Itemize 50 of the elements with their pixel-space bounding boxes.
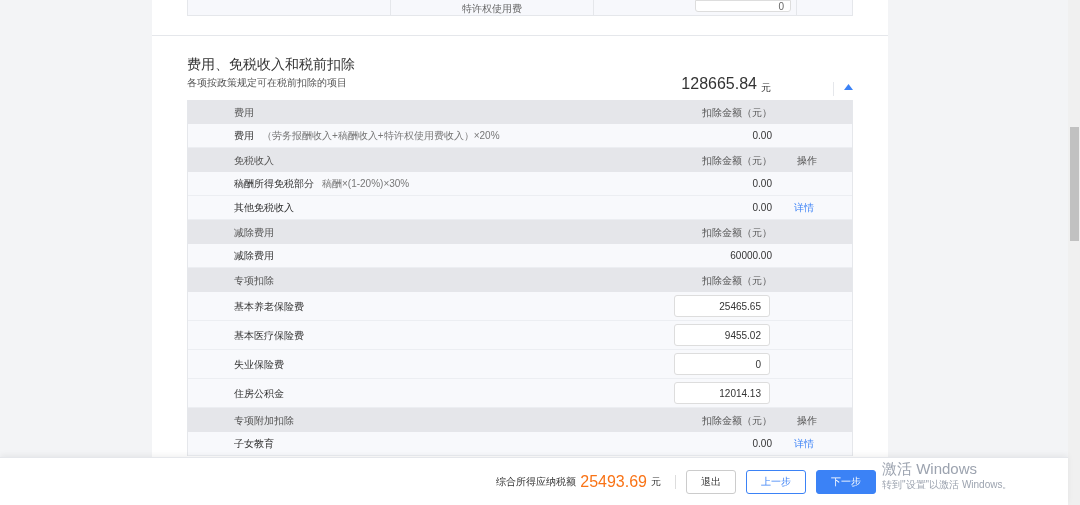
total-unit: 元 [761, 81, 771, 95]
formula-note: 稿酬×(1-20%)×30% [322, 177, 410, 191]
amount-value: 0.00 [751, 437, 772, 451]
exit-button[interactable]: 退出 [686, 469, 736, 494]
group-header: 费用 [234, 105, 254, 120]
collapse-caret-icon[interactable] [844, 84, 853, 90]
row-label: 基本养老保险费 [234, 299, 304, 314]
amount-input[interactable]: 9455.02 [674, 324, 770, 346]
amount-input[interactable]: 0 [674, 353, 770, 375]
row-label: 住房公积金 [234, 386, 284, 401]
details-link[interactable]: 详情 [794, 436, 814, 451]
amount-value: 0.00 [751, 129, 772, 143]
column-header: 扣除金额（元） [701, 273, 772, 288]
amount-value: 0.00 [751, 177, 772, 191]
row-label: 稿酬所得免税部分 [234, 177, 314, 191]
details-link[interactable]: 详情 [794, 200, 814, 215]
column-header: 操作 [797, 153, 817, 168]
section-title: 费用、免税收入和税前扣除 [187, 55, 356, 74]
tax-due-unit: 元 [651, 475, 661, 489]
next-button[interactable]: 下一步 [816, 469, 876, 494]
activation-notice-text: 转到"设置"以激活 Windows。 [882, 480, 1013, 490]
amount-value: 0.00 [751, 201, 772, 215]
activation-notice-title: 激活 Windows [882, 461, 979, 476]
row-label: 基本医疗保险费 [234, 328, 304, 343]
row-label: 其他免税收入 [234, 201, 294, 215]
row-label: 费用 [234, 129, 254, 143]
previous-button[interactable]: 上一步 [746, 469, 806, 494]
row-label: 特许权使用费 [462, 3, 522, 15]
group-header: 免税收入 [234, 153, 274, 168]
group-header: 专项扣除 [234, 273, 274, 288]
amount-input[interactable]: 25465.65 [674, 295, 770, 317]
row-label: 子女教育 [234, 437, 274, 451]
tax-due-amount: 25493.69 [580, 471, 647, 492]
column-header: 扣除金额（元） [701, 153, 772, 168]
formula-note: （劳务报酬收入+稿酬收入+特许权使用费收入）×20% [262, 129, 500, 143]
amount-input[interactable]: 0 [695, 0, 791, 12]
column-header: 扣除金额（元） [701, 413, 772, 428]
group-header: 减除费用 [234, 225, 274, 240]
row-label: 减除费用 [234, 249, 274, 263]
scrollbar[interactable] [1068, 0, 1080, 505]
amount-input[interactable]: 12014.13 [674, 382, 770, 404]
group-header: 专项附加扣除 [234, 413, 294, 428]
total-amount: 128665.84 [681, 74, 757, 94]
tax-due-label: 综合所得应纳税额 [496, 475, 577, 489]
section-subtitle: 各项按政策规定可在税前扣除的项目 [187, 76, 347, 90]
column-header: 操作 [797, 413, 817, 428]
amount-value: 60000.00 [729, 249, 772, 263]
row-label: 失业保险费 [234, 357, 284, 372]
column-header: 扣除金额（元） [701, 225, 772, 240]
column-header: 扣除金额（元） [701, 105, 772, 120]
